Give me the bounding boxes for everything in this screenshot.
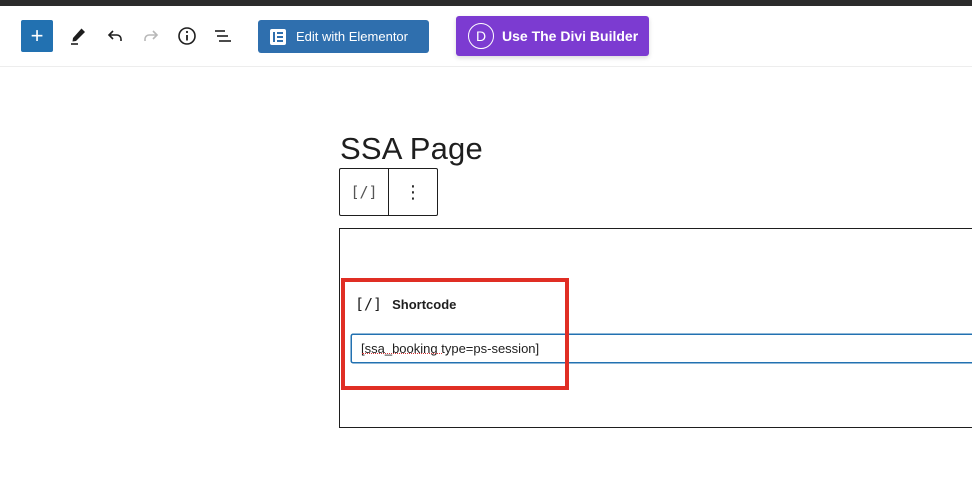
more-vertical-icon: ⋮ — [404, 181, 422, 202]
redo-button[interactable] — [137, 22, 165, 50]
tools-button[interactable] — [64, 22, 92, 50]
list-view-button[interactable] — [209, 22, 237, 50]
block-options-button[interactable]: ⋮ — [389, 169, 437, 215]
pencil-icon — [71, 28, 85, 45]
shortcode-label: Shortcode — [392, 296, 457, 312]
add-block-button[interactable]: + — [21, 20, 53, 52]
divi-icon: D — [468, 23, 494, 49]
page-title[interactable]: SSA Page — [340, 131, 483, 167]
redo-icon — [144, 30, 159, 41]
divi-button-label: Use The Divi Builder — [502, 28, 639, 44]
shortcode-input[interactable] — [351, 334, 972, 363]
plus-icon: + — [30, 23, 44, 48]
list-view-icon — [215, 30, 231, 42]
shortcode-icon: [/] — [355, 295, 383, 313]
info-icon — [178, 27, 196, 45]
shortcode-icon: [/] — [350, 183, 378, 201]
shortcode-block[interactable] — [339, 228, 972, 428]
shortcode-block-header: [/] Shortcode — [355, 295, 456, 313]
undo-icon — [107, 30, 122, 41]
editor-toolbar: + Edit with Elementor D Use The Divi Bui… — [0, 6, 972, 67]
block-toolbar: [/] ⋮ — [339, 168, 438, 216]
elementor-button-label: Edit with Elementor — [296, 29, 408, 44]
details-button[interactable] — [173, 22, 201, 50]
use-divi-builder-button[interactable]: D Use The Divi Builder — [456, 16, 649, 56]
edit-with-elementor-button[interactable]: Edit with Elementor — [258, 20, 429, 53]
block-type-button[interactable]: [/] — [340, 169, 389, 215]
undo-button[interactable] — [101, 22, 129, 50]
elementor-icon — [270, 28, 286, 45]
